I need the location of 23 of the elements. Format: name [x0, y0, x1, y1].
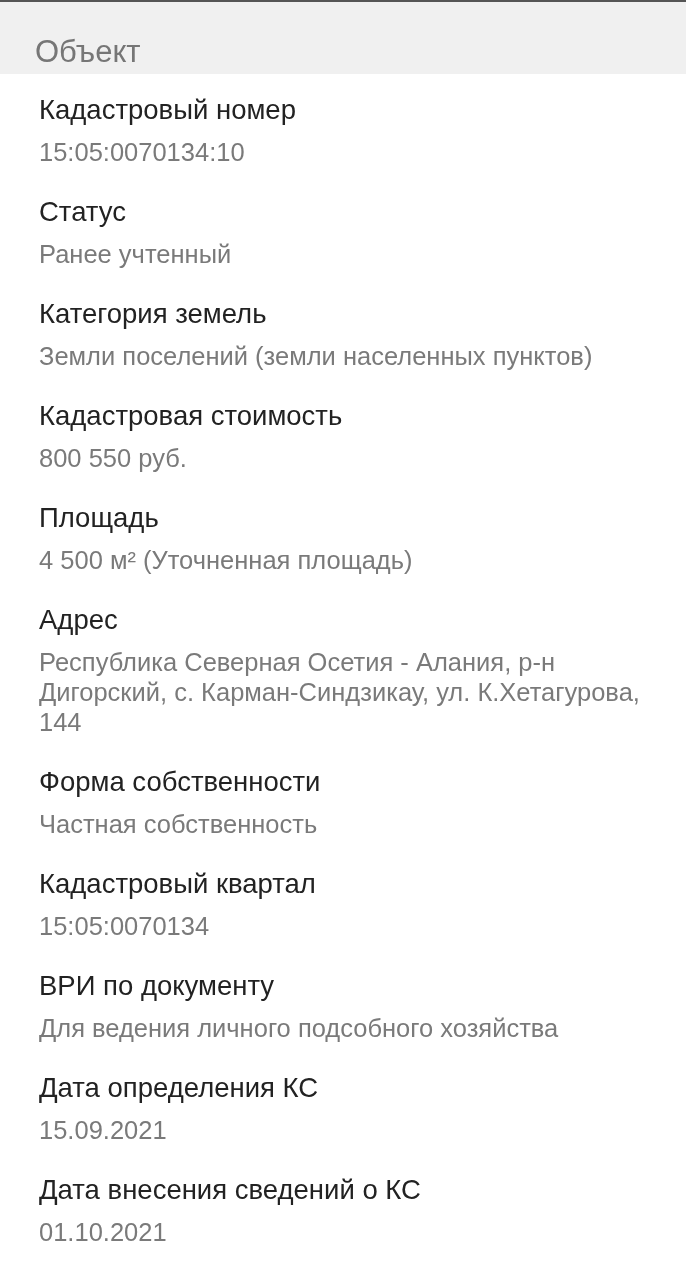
- field-label: Категория земель: [39, 298, 267, 330]
- field-value: Частная собственность: [39, 809, 318, 839]
- field-label: Кадастровый номер: [39, 94, 296, 126]
- field-value: Для ведения личного подсобного хозяйства: [39, 1013, 559, 1043]
- field-value: 01.10.2021: [39, 1217, 167, 1247]
- field-value: 800 550 руб.: [39, 443, 187, 473]
- field-value: 4 500 м² (Уточненная площадь): [39, 545, 413, 575]
- field-label: Адрес: [39, 604, 118, 636]
- field-value: Республика Северная Осетия - Алания, р-н Дигорский, с. Карман-Синдзикау, ул. К.Хетагурова, 144: [39, 647, 641, 737]
- field-label: Кадастровая стоимость: [39, 400, 343, 432]
- field-label: Дата внесения сведений о КС: [39, 1174, 421, 1206]
- field-label: Площадь: [39, 502, 159, 534]
- field-label: Статус: [39, 196, 126, 228]
- field-label: Кадастровый квартал: [39, 868, 316, 900]
- field-value: Ранее учтенный: [39, 239, 232, 269]
- field-value: 15.09.2021: [39, 1115, 167, 1145]
- field-value: 15:05:0070134: [39, 911, 210, 941]
- field-value: 15:05:0070134:10: [39, 137, 245, 167]
- field-value: Земли поселений (земли населенных пунктов): [39, 341, 593, 371]
- field-label: Дата определения КС: [39, 1072, 319, 1104]
- section-title: Объект: [35, 34, 141, 70]
- field-label: ВРИ по документу: [39, 970, 275, 1002]
- field-label: Форма собственности: [39, 766, 321, 798]
